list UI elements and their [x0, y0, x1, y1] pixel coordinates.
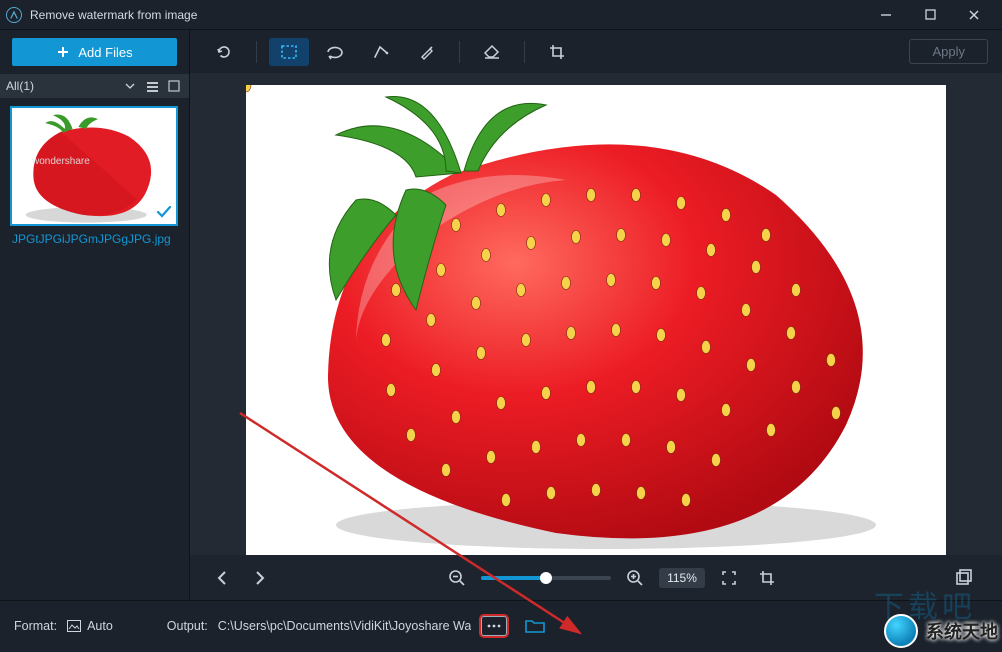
minimize-icon — [880, 9, 892, 21]
filter-select[interactable]: All(1) — [6, 79, 139, 93]
zoom-out-button[interactable] — [443, 564, 471, 592]
close-button[interactable] — [952, 0, 996, 30]
chevron-right-icon — [254, 570, 266, 586]
grid-icon — [168, 80, 181, 93]
zoom-value: 115% — [659, 568, 705, 588]
lasso-tool[interactable] — [315, 38, 355, 66]
eraser-tool[interactable] — [472, 38, 512, 66]
maximize-button[interactable] — [908, 0, 952, 30]
chevron-down-icon — [125, 81, 135, 91]
crop-tool[interactable] — [537, 38, 577, 66]
zoom-in-icon — [626, 569, 644, 587]
reset-tool[interactable] — [204, 38, 244, 66]
site-branding: 系统天地 — [884, 614, 998, 648]
add-files-label: Add Files — [78, 45, 132, 60]
canvas[interactable] — [190, 73, 1002, 555]
canvas-image — [246, 85, 946, 555]
window-title: Remove watermark from image — [30, 8, 197, 22]
output-path: C:\Users\pc\Documents\VidiKit\Joyoshare … — [218, 619, 472, 633]
app-logo-icon — [6, 7, 22, 23]
chevron-left-icon — [216, 570, 228, 586]
close-icon — [968, 9, 980, 21]
grid-view-toggle[interactable] — [165, 77, 183, 95]
actual-size-button[interactable] — [753, 564, 781, 592]
eraser-icon — [482, 43, 502, 61]
watermark-overlay: wondershare — [18, 156, 90, 167]
prev-image-button[interactable] — [208, 564, 236, 592]
site-logo-icon — [884, 614, 918, 648]
browse-output-button[interactable] — [481, 616, 507, 636]
list-view-toggle[interactable] — [143, 77, 161, 95]
output-label: Output: — [167, 619, 208, 633]
zoom-out-icon — [448, 569, 466, 587]
polygon-icon — [372, 43, 390, 61]
zoom-in-button[interactable] — [621, 564, 649, 592]
filter-label: All(1) — [6, 79, 34, 93]
polygon-tool[interactable] — [361, 38, 401, 66]
compare-button[interactable] — [950, 564, 978, 592]
actual-size-icon — [758, 569, 776, 587]
controls-bar: 115% — [190, 555, 1002, 600]
site-name: 系统天地 — [926, 618, 998, 644]
folder-icon — [525, 618, 545, 634]
format-value: Auto — [87, 619, 113, 633]
zoom-slider[interactable] — [481, 576, 611, 580]
ellipsis-icon — [487, 623, 501, 629]
reset-icon — [215, 43, 233, 61]
toolbar-divider — [256, 41, 257, 63]
toolbar-divider — [524, 41, 525, 63]
next-image-button[interactable] — [246, 564, 274, 592]
check-icon — [156, 204, 172, 220]
toolbar-divider — [459, 41, 460, 63]
apply-button[interactable]: Apply — [909, 39, 988, 64]
footer: Format: Auto Output: C:\Users\pc\Documen… — [0, 600, 1002, 650]
format-value-display[interactable]: Auto — [67, 619, 113, 633]
open-output-folder-button[interactable] — [525, 618, 545, 634]
thumbnail-item[interactable]: wondershare JPGtJPGiJPGmJPGgJPG.jpg — [10, 106, 178, 246]
thumbnail-image: wondershare — [10, 106, 178, 226]
lasso-icon — [325, 43, 345, 61]
thumbnail-filename: JPGtJPGiJPGmJPGgJPG.jpg — [10, 226, 178, 246]
maximize-icon — [925, 9, 936, 20]
filter-bar: All(1) — [0, 74, 189, 98]
minimize-button[interactable] — [864, 0, 908, 30]
work-area: Apply — [190, 30, 1002, 600]
select-rect-tool[interactable] — [269, 38, 309, 66]
format-label: Format: — [14, 619, 57, 633]
sidebar: Add Files All(1) — [0, 30, 190, 600]
toolbar: Apply — [190, 30, 1002, 73]
titlebar: Remove watermark from image — [0, 0, 1002, 30]
fit-screen-icon — [720, 569, 738, 587]
compare-icon — [955, 569, 973, 587]
plus-icon — [56, 45, 70, 59]
brush-tool[interactable] — [407, 38, 447, 66]
crop-icon — [548, 43, 566, 61]
thumbnail-list: wondershare JPGtJPGiJPGmJPGgJPG.jpg — [0, 98, 189, 600]
image-icon — [67, 620, 81, 632]
apply-label: Apply — [932, 44, 965, 59]
add-files-button[interactable]: Add Files — [12, 38, 177, 66]
fit-screen-button[interactable] — [715, 564, 743, 592]
list-icon — [146, 80, 159, 93]
select-rect-icon — [280, 43, 298, 61]
brush-icon — [418, 43, 436, 61]
